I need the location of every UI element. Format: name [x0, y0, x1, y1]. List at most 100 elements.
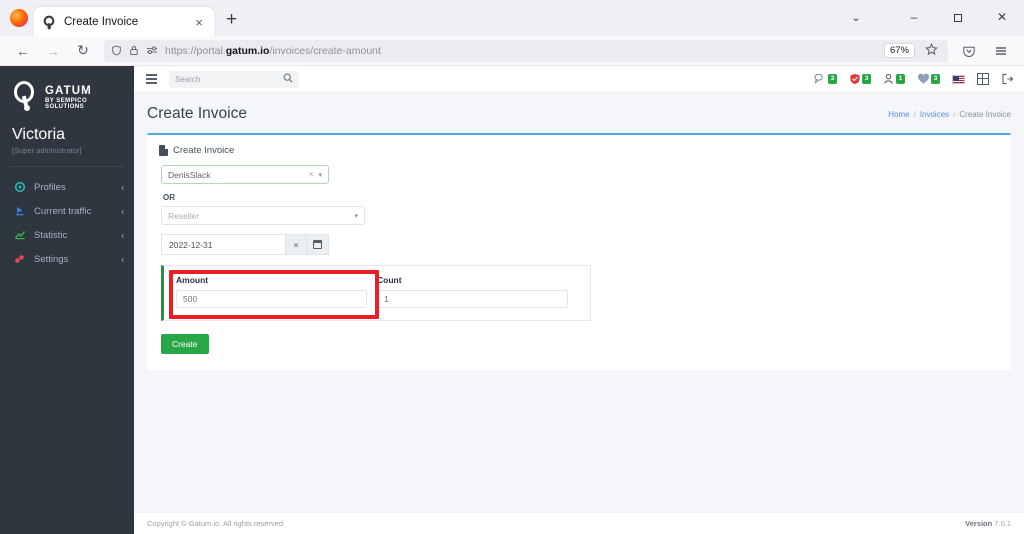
search-icon[interactable] — [283, 73, 293, 85]
date-field[interactable]: 2022-12-31 × — [161, 234, 329, 255]
shield-icon[interactable] — [111, 45, 122, 56]
reseller-select[interactable]: Reseller ▾ — [161, 206, 365, 225]
tab-close-icon[interactable]: × — [192, 14, 206, 31]
page-title: Create Invoice — [147, 105, 247, 122]
count-column: Count 1 — [377, 275, 578, 308]
sidebar-item-current-traffic[interactable]: Current traffic ‹ — [0, 199, 134, 223]
breadcrumb: Home / Invoices / Create Invoice — [888, 110, 1011, 119]
sidebar: GATUM BY SEMPICO SOLUTIONS Victoria [Sup… — [0, 66, 134, 534]
count-input[interactable]: 1 — [377, 290, 568, 308]
pocket-icon[interactable] — [954, 38, 984, 64]
breadcrumb-separator: / — [953, 109, 956, 119]
notifications-icon[interactable]: 3 — [917, 73, 940, 85]
breadcrumb-item-current: Create Invoice — [959, 109, 1011, 119]
date-input-value[interactable]: 2022-12-31 — [161, 234, 285, 255]
sidebar-item-profiles[interactable]: Profiles ‹ — [0, 175, 134, 199]
new-tab-button[interactable]: + — [226, 9, 237, 31]
grid-icon[interactable] — [977, 73, 989, 85]
app-menu-icon[interactable] — [986, 38, 1016, 64]
reseller-select-row: Reseller ▾ — [161, 206, 997, 225]
close-window-button[interactable]: ✕ — [980, 0, 1024, 34]
lock-icon[interactable] — [129, 45, 139, 56]
url-path: /invoices/create-amount — [269, 44, 381, 57]
maximize-button[interactable] — [936, 0, 980, 34]
users-online-icon[interactable]: 1 — [883, 73, 905, 85]
us-flag-icon[interactable] — [952, 74, 965, 84]
browser-toolbar: ← → ↻ https://portal.gatum.io/invoices/c… — [0, 36, 1024, 66]
or-label: OR — [163, 193, 175, 202]
chevron-down-icon[interactable]: ▾ — [318, 171, 322, 179]
settings-icon — [14, 253, 26, 265]
tab-list-chevron-icon[interactable]: ⌄ — [836, 0, 876, 34]
sidebar-item-label: Current traffic — [34, 205, 92, 217]
tab-strip: Create Invoice × + ⌄ – ✕ — [0, 0, 1024, 37]
search-input[interactable] — [175, 74, 283, 84]
content-area: Create Invoice DenisSlack × ▾ OR Reselle… — [134, 133, 1024, 512]
app-footer: Copyright © Gatum.io. All rights reserve… — [134, 512, 1024, 534]
browser-window: Create Invoice × + ⌄ – ✕ ← → ↻ https://p… — [0, 0, 1024, 534]
star-icon[interactable] — [922, 42, 941, 59]
invoice-file-icon — [159, 145, 168, 156]
status-badge: 3 — [931, 73, 940, 85]
zoom-level-badge[interactable]: 67% — [883, 43, 915, 58]
reload-button[interactable]: ↻ — [68, 38, 98, 64]
sidebar-item-label: Profiles — [34, 181, 66, 193]
alerts-icon[interactable]: 3 — [849, 73, 871, 85]
clear-icon[interactable]: × — [304, 170, 319, 179]
sidebar-item-settings[interactable]: Settings ‹ — [0, 247, 134, 271]
tab-title: Create Invoice — [64, 16, 139, 28]
version-label: Version — [965, 519, 993, 528]
sidebar-item-label: Statistic — [34, 229, 68, 241]
back-button[interactable]: ← — [8, 38, 38, 64]
support-ticket-icon[interactable]: 3 — [814, 73, 837, 85]
url-text: https://portal.gatum.io/invoices/create-… — [165, 45, 877, 57]
card-header: Create Invoice — [147, 135, 1011, 165]
hamburger-icon[interactable] — [142, 71, 161, 86]
address-bar[interactable]: https://portal.gatum.io/invoices/create-… — [104, 39, 948, 62]
chevron-left-icon: ‹ — [121, 206, 124, 216]
chevron-left-icon: ‹ — [121, 182, 124, 192]
forward-button: → — [46, 42, 60, 59]
firefox-logo-icon — [10, 9, 28, 27]
clear-date-button[interactable]: × — [285, 234, 307, 255]
profile-select-row: DenisSlack × ▾ — [161, 165, 997, 184]
chevron-left-icon: ‹ — [121, 254, 124, 264]
version-number: 7.0.1 — [994, 519, 1011, 528]
url-prefix: https://portal. — [165, 44, 226, 57]
sidebar-item-label: Settings — [34, 253, 69, 265]
traffic-icon — [14, 205, 26, 217]
reseller-select-placeholder: Reseller — [168, 210, 200, 221]
amount-label: Amount — [176, 275, 209, 285]
brand-name: GATUM — [45, 84, 92, 97]
calendar-icon[interactable] — [307, 234, 329, 255]
app-topbar: 3 3 1 3 — [134, 66, 1024, 93]
tracking-protection-icon[interactable] — [146, 45, 158, 56]
count-label: Count — [377, 275, 402, 285]
profile-select[interactable]: DenisSlack × ▾ — [161, 165, 329, 184]
create-button[interactable]: Create — [161, 334, 209, 354]
chevron-down-icon[interactable]: ▾ — [354, 212, 358, 220]
breadcrumb-item-home[interactable]: Home — [888, 110, 909, 119]
gatum-logo-icon — [12, 80, 38, 114]
url-domain: gatum.io — [225, 44, 270, 57]
amount-count-panel: Amount 500 Count 1 — [161, 265, 591, 321]
user-role: [Super administrator] — [12, 146, 82, 155]
sidebar-nav: Profiles ‹ Current traffic ‹ Statistic ‹ — [0, 175, 134, 271]
toolbar-right-actions — [954, 38, 1016, 64]
version-info: Version 7.0.1 — [965, 519, 1011, 528]
card-title: Create Invoice — [173, 145, 235, 156]
minimize-button[interactable]: – — [892, 0, 936, 34]
logout-icon[interactable] — [1001, 73, 1014, 85]
status-badge: 3 — [828, 73, 837, 85]
search-box[interactable] — [169, 70, 299, 88]
browser-tab[interactable]: Create Invoice × — [34, 7, 214, 37]
profiles-icon — [14, 181, 26, 193]
status-badge: 1 — [896, 73, 905, 85]
breadcrumb-item-invoices[interactable]: Invoices — [920, 110, 949, 119]
sidebar-item-statistic[interactable]: Statistic ‹ — [0, 223, 134, 247]
amount-column: Amount 500 — [176, 275, 377, 308]
brand-block: GATUM BY SEMPICO SOLUTIONS — [0, 66, 134, 120]
user-name: Victoria — [12, 126, 66, 143]
amount-input[interactable]: 500 — [176, 290, 367, 308]
date-field-row: 2022-12-31 × — [161, 234, 997, 255]
